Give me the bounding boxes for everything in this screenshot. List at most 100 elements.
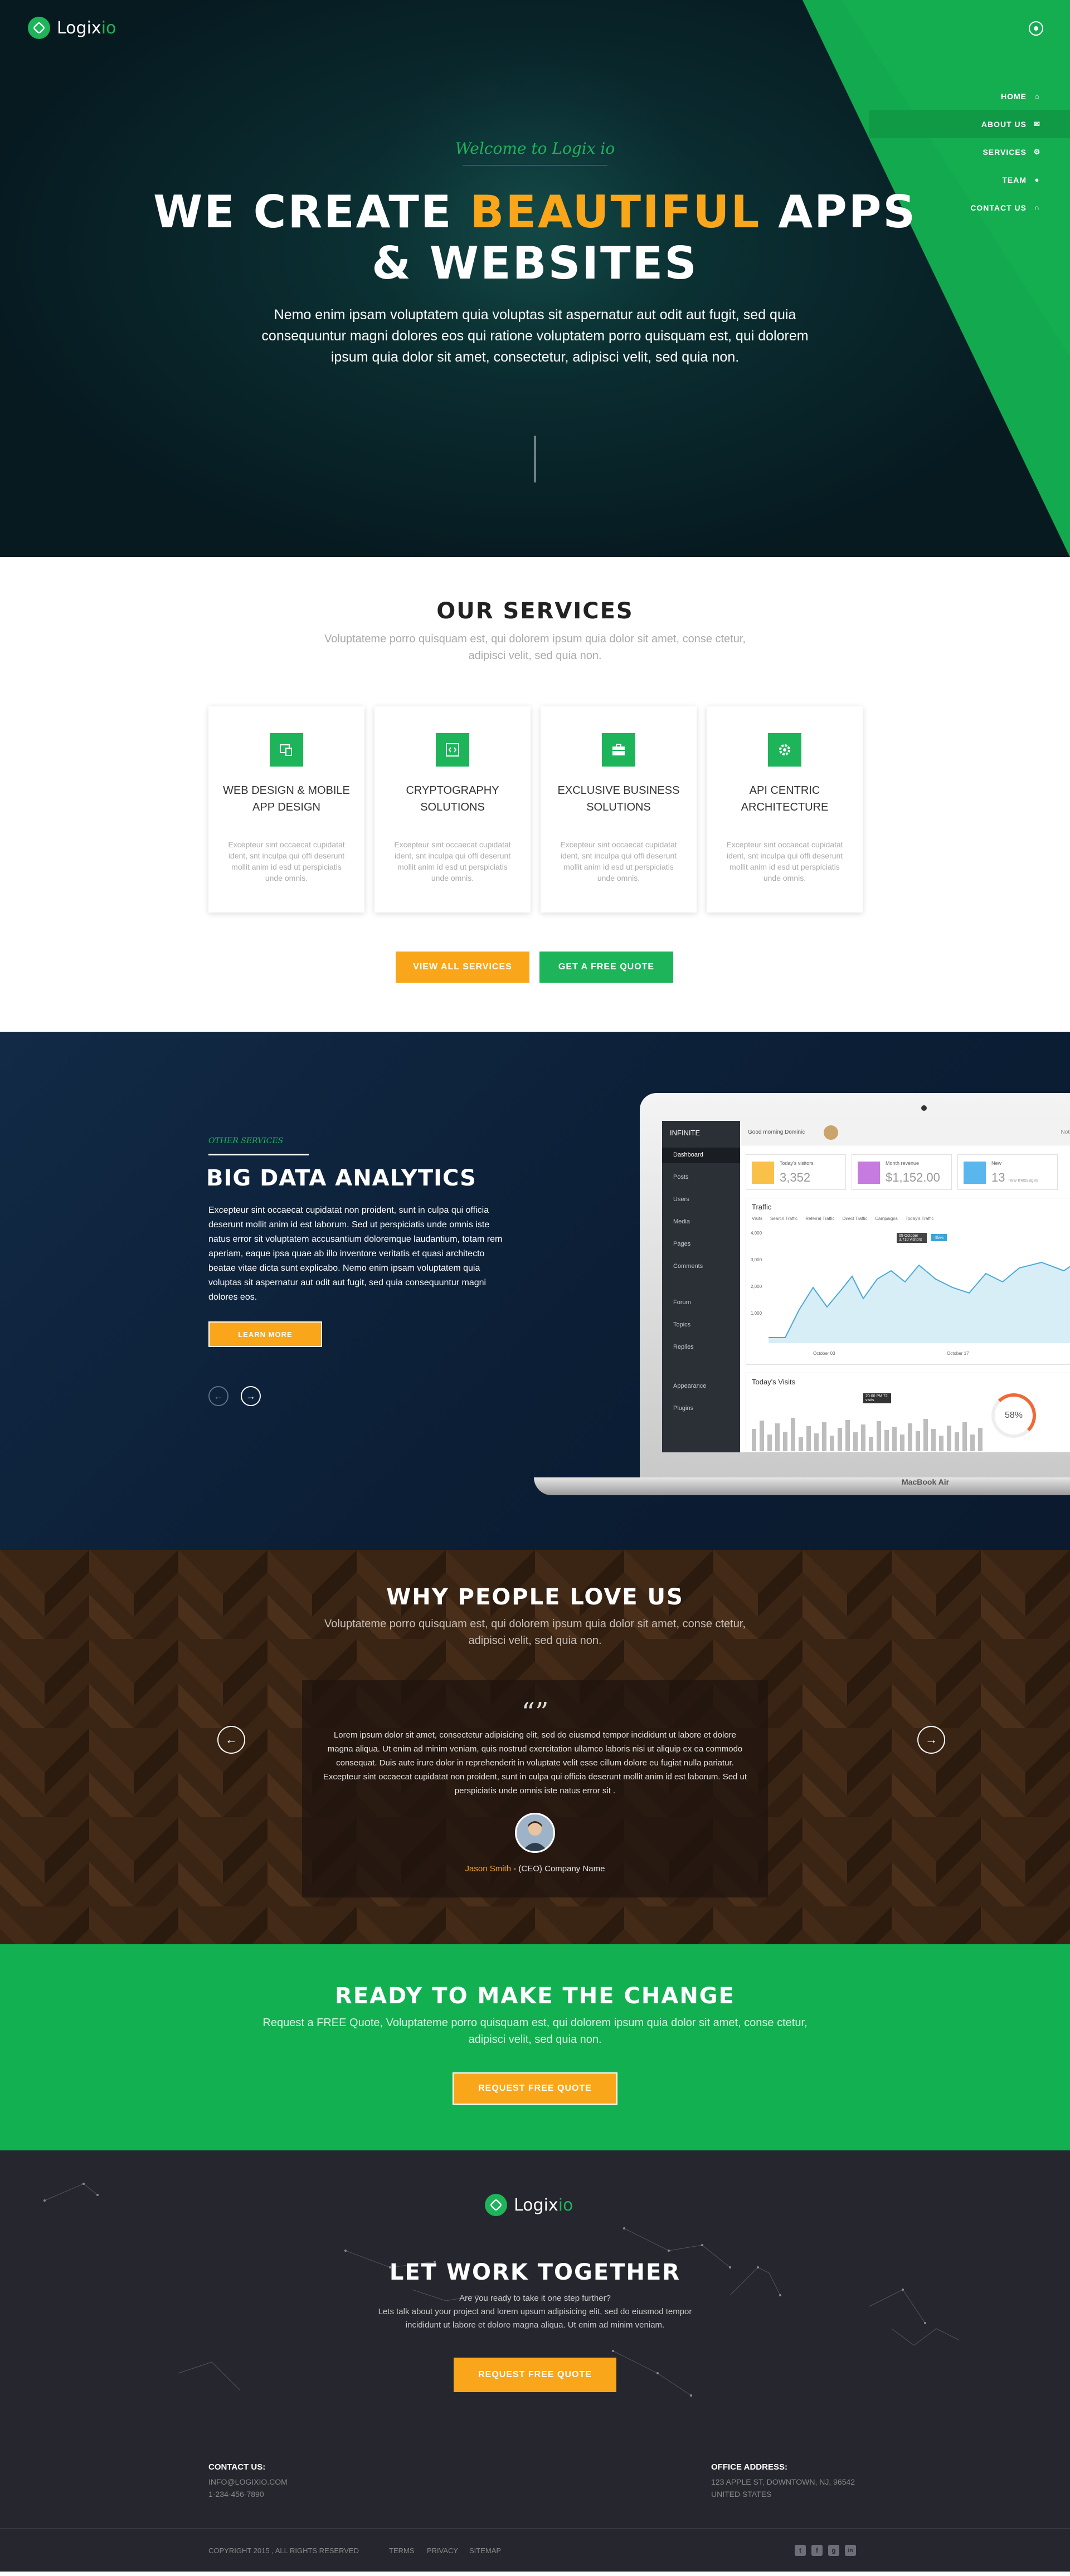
- office-address-line2: UNITED STATES: [711, 2490, 772, 2499]
- testimonial-author: Jason Smith - (CEO) Company Name: [465, 1864, 605, 1874]
- dashboard-topbar: Good morning Dominic Notifications: [740, 1121, 1070, 1145]
- stat-label: Today's visitors: [780, 1160, 814, 1166]
- cta-section: READY TO MAKE THE CHANGE Request a FREE …: [0, 1944, 1070, 2150]
- dashboard-avatar: [824, 1125, 838, 1140]
- service-card[interactable]: EXCLUSIVE BUSINESS SOLUTIONS Excepteur s…: [541, 706, 697, 913]
- facebook-icon[interactable]: f: [811, 2545, 823, 2556]
- analytics-section: OTHER SERVICES BIG DATA ANALYTICS Except…: [0, 1032, 1070, 1550]
- cog-icon: [768, 733, 801, 767]
- dash-menu-item: Forum: [673, 1299, 691, 1306]
- stat-label: Month revenue: [886, 1160, 920, 1166]
- y-tick: 3,000: [751, 1257, 762, 1262]
- hero-description: Nemo enim ipsam voluptatem quia voluptas…: [261, 307, 809, 365]
- dash-menu-item: Media: [673, 1218, 690, 1225]
- request-free-quote-button[interactable]: REQUEST FREE QUOTE: [453, 2072, 617, 2105]
- analytics-text: Excepteur sint occaecat cupidatat non pr…: [208, 1206, 503, 1302]
- footer-request-quote-button[interactable]: REQUEST FREE QUOTE: [454, 2358, 616, 2392]
- dashboard-notifications: Notifications: [1061, 1129, 1070, 1135]
- dash-menu-item: Replies: [673, 1344, 694, 1350]
- google-plus-icon[interactable]: g: [828, 2545, 839, 2556]
- testimonial-next-button[interactable]: →: [917, 1726, 945, 1754]
- arrow-right-icon: →: [925, 1733, 937, 1746]
- service-card-title: WEB DESIGN & MOBILE APP DESIGN: [223, 784, 350, 813]
- view-all-services-button[interactable]: VIEW ALL SERVICES: [396, 952, 529, 983]
- scroll-indicator[interactable]: [534, 436, 536, 482]
- service-card-title: CRYPTOGRAPHY SOLUTIONS: [406, 784, 499, 813]
- x-tick: October 03: [813, 1351, 835, 1356]
- briefcase-icon: [602, 733, 635, 767]
- stat-value: 13 new messages: [991, 1170, 1038, 1184]
- home-icon: ⌂: [1034, 92, 1040, 100]
- stat-card: Today's visitors 3,352: [746, 1154, 846, 1190]
- laptop-label: MacBook Air: [902, 1477, 950, 1486]
- service-card-text: Excepteur sint occaecat cupidatat ident,…: [560, 840, 677, 882]
- avatar: [515, 1813, 555, 1853]
- footer-line-3: incididunt ut labore et dolore magna ali…: [405, 2320, 665, 2330]
- stat-card: Month revenue $1,152.00: [852, 1154, 952, 1190]
- testimonial-card: “” Lorem ipsum dolor sit amet, consectet…: [302, 1680, 768, 1897]
- y-tick: 4,000: [751, 1231, 762, 1236]
- footer-link-sitemap[interactable]: SITEMAP: [469, 2545, 501, 2557]
- traffic-line: [769, 1261, 1070, 1343]
- laptop-screen-frame: INFINITE Dashboard Posts Users Media Pag…: [640, 1093, 1070, 1477]
- footer-link-privacy[interactable]: PRIVACY: [427, 2545, 458, 2557]
- chart-badge: 45%: [931, 1234, 947, 1241]
- stat-value: $1,152.00: [886, 1170, 940, 1184]
- eyebrow-underline: [208, 1154, 309, 1155]
- service-card[interactable]: CRYPTOGRAPHY SOLUTIONS Excepteur sint oc…: [374, 706, 531, 913]
- footer-divider: [0, 2528, 1070, 2529]
- service-card-text: Excepteur sint occaecat cupidatat ident,…: [726, 840, 843, 882]
- linkedin-icon[interactable]: in: [845, 2545, 856, 2556]
- footer-logo[interactable]: Logixio: [485, 2194, 573, 2216]
- testimonial-prev-button[interactable]: ←: [217, 1726, 245, 1754]
- service-card[interactable]: API CENTRIC ARCHITECTURE Excepteur sint …: [707, 706, 863, 913]
- nav-about-us[interactable]: ABOUT US ✉: [869, 110, 1070, 138]
- traffic-chart: Traffic Visits Search Traffic Referral Tra…: [746, 1198, 1070, 1365]
- welcome-tagline: Welcome to Logix io: [455, 139, 615, 158]
- get-free-quote-button[interactable]: GET A FREE QUOTE: [539, 952, 673, 983]
- contact-email[interactable]: INFO@LOGIXIO.COM: [208, 2476, 288, 2488]
- menu-toggle-icon[interactable]: [1029, 21, 1043, 36]
- stat-card: New 13 new messages: [957, 1154, 1058, 1190]
- prev-slide-button[interactable]: ←: [208, 1386, 228, 1406]
- analytics-title: BIG DATA ANALYTICS: [206, 1165, 476, 1191]
- next-slide-button[interactable]: →: [241, 1386, 261, 1406]
- twitter-icon[interactable]: t: [795, 2545, 806, 2556]
- dash-menu-item: Posts: [673, 1174, 689, 1180]
- contact-heading: CONTACT US:: [208, 2462, 266, 2472]
- dashboard-brand: INFINITE: [670, 1129, 701, 1137]
- contact-phone[interactable]: 1-234-456-7890: [208, 2488, 264, 2500]
- y-tick: 1,000: [751, 1311, 762, 1316]
- service-card[interactable]: WEB DESIGN & MOBILE APP DESIGN Excepteur…: [208, 706, 364, 913]
- footer-link-terms[interactable]: TERMS: [389, 2545, 415, 2557]
- cta-subtitle: Request a FREE Quote, Voluptateme porro …: [262, 2017, 808, 2046]
- dashboard-sidebar: INFINITE Dashboard Posts Users Media Pag…: [662, 1121, 740, 1452]
- nav-home[interactable]: HOME ⌂: [869, 82, 1041, 110]
- dash-menu-item: Appearance: [673, 1383, 707, 1389]
- testimonial-text: Lorem ipsum dolor sit amet, consectetur …: [323, 1730, 747, 1796]
- cta-title: READY TO MAKE THE CHANGE: [335, 1983, 735, 2009]
- visits-tooltip: 20:00 PM 72 visits: [863, 1393, 891, 1403]
- dash-menu-item: Users: [673, 1196, 689, 1203]
- x-tick: October 17: [947, 1351, 969, 1356]
- user-icon: ●: [1034, 175, 1040, 184]
- services-section: OUR SERVICES Voluptateme porro quisquam …: [0, 557, 1070, 1032]
- messages-icon: [964, 1162, 986, 1184]
- services-title: OUR SERVICES: [436, 598, 634, 624]
- traffic-legend: Visits Search Traffic Referral Traffic Dire…: [752, 1216, 934, 1221]
- footer-line-2: Lets talk about your project and lorem u…: [378, 2307, 692, 2316]
- chart-tooltip: 05 October 3,710 visitors: [897, 1233, 927, 1243]
- footer-section: Logixio LET WORK TOGETHER Are you ready …: [0, 2150, 1070, 2572]
- todays-visits-panel: Today's Visits 20:00 PM 72 visits 58%: [746, 1373, 1070, 1452]
- laptop-base: [534, 1477, 1070, 1495]
- learn-more-button[interactable]: LEARN MORE: [208, 1321, 322, 1347]
- dash-menu-item: Dashboard: [673, 1152, 703, 1158]
- dashboard-greeting: Good morning Dominic: [748, 1129, 805, 1135]
- logo[interactable]: Logixio: [28, 17, 116, 39]
- logo-text: Logixio: [57, 18, 116, 38]
- service-card-text: Excepteur sint occaecat cupidatat ident,…: [394, 840, 511, 882]
- testimonials-section: WHY PEOPLE LOVE US Voluptateme porro qui…: [0, 1550, 1070, 1944]
- hero-section: Logixio HOME ⌂ ABOUT US ✉ SERVICES ⚙ TEAM ● …: [0, 0, 1070, 557]
- dash-menu-item: Plugins: [673, 1405, 694, 1412]
- dash-menu-item: Comments: [673, 1263, 703, 1270]
